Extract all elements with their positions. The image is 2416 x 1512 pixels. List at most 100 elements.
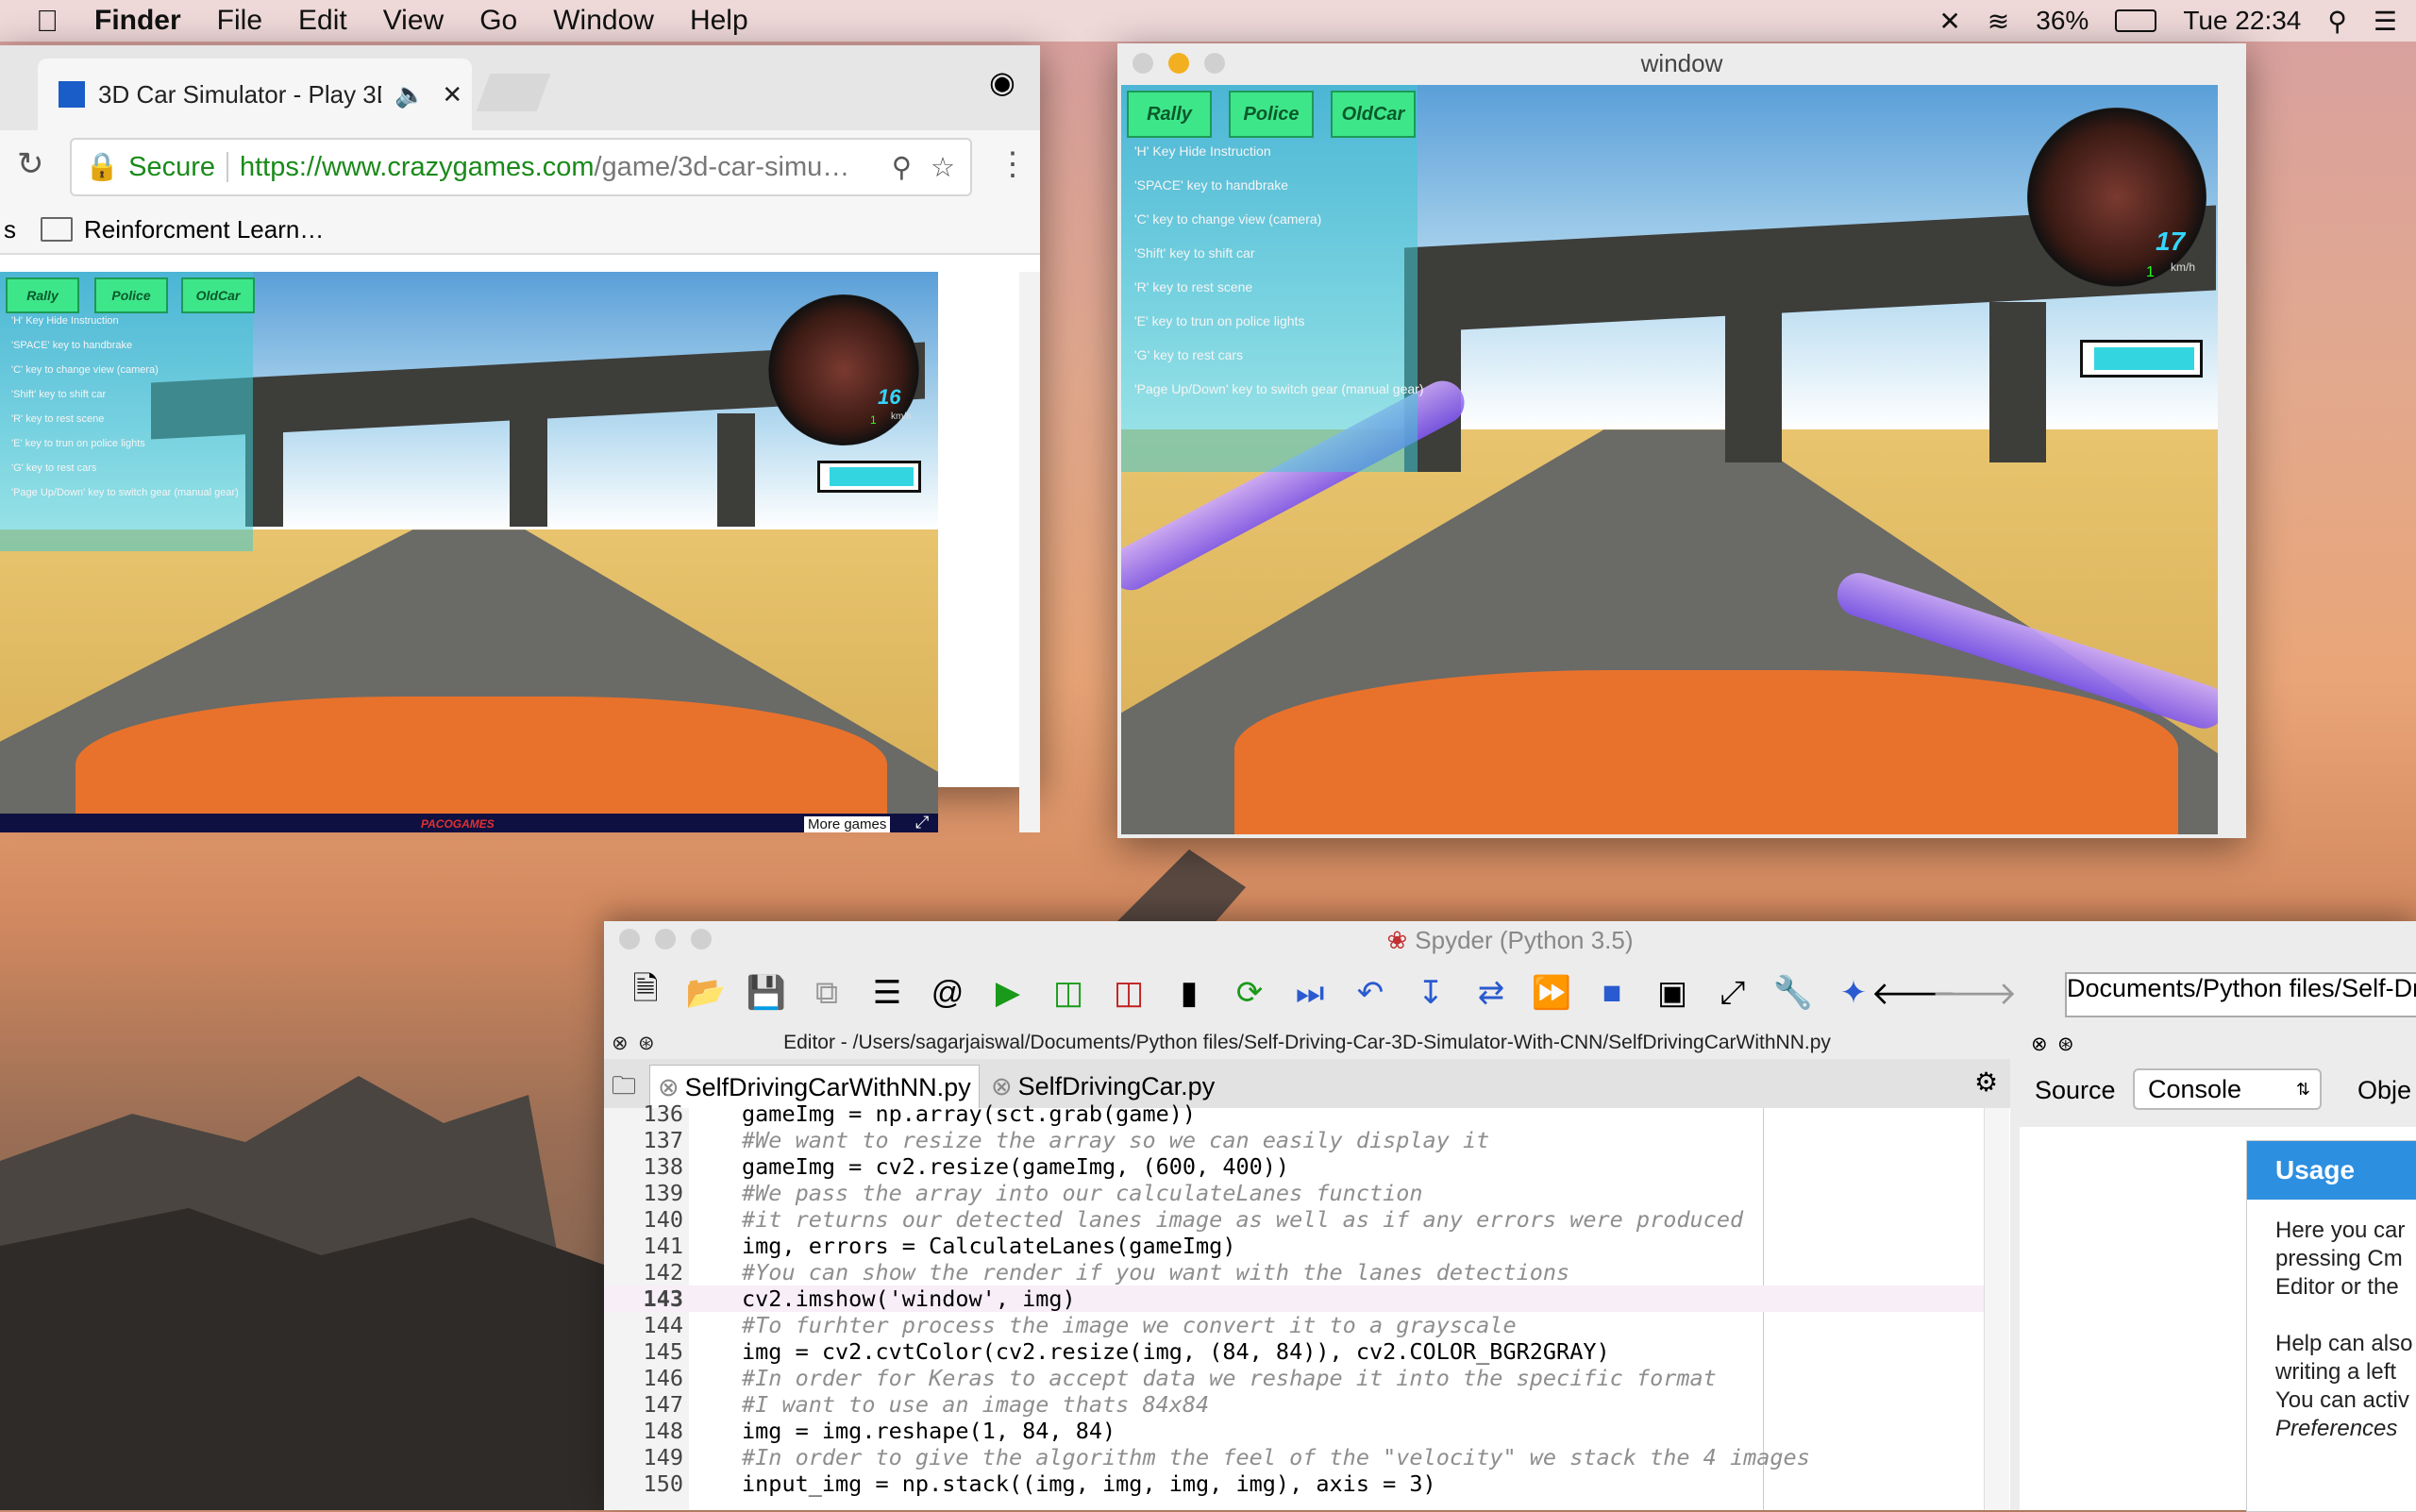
preferences-wrench-icon[interactable]: 🔧 [1773, 974, 1813, 1012]
code-line[interactable]: 145 img = cv2.cvtColor(cv2.resize(img, (8… [604, 1338, 1991, 1365]
back-arrow-icon[interactable]: 🡐 [1871, 974, 1956, 1012]
code-line[interactable]: 139 #We pass the array into our calculate… [604, 1180, 1991, 1206]
python-path-icon[interactable]: ✦ [1835, 974, 1872, 1012]
code-line[interactable]: 149 #In order to give the algorithm the f… [604, 1444, 1991, 1470]
code-line[interactable]: 147 #I want to use an image thats 84x84 [604, 1391, 1991, 1418]
minimize-window-button[interactable] [1168, 53, 1189, 74]
notification-center-icon[interactable]: ☰ [2374, 6, 2397, 37]
rally-button[interactable]: Rally [1127, 91, 1212, 138]
code-line[interactable]: 137 #We want to resize the array so we ca… [604, 1127, 1991, 1153]
maximize-pane-icon[interactable]: ▣ [1653, 974, 1691, 1012]
browser-game-canvas[interactable]: Rally Police OldCar 'H' Key Hide Instruc… [0, 272, 938, 832]
close-pane-icon[interactable]: ⊗ [612, 1032, 629, 1055]
tab-close-icon[interactable]: ⊗ [991, 1072, 1013, 1101]
new-file-icon[interactable]: 🗎 [627, 971, 664, 1012]
bluetooth-icon[interactable]: ✕ [1938, 6, 1960, 37]
code-line[interactable]: 140 #it returns our detected lanes image … [604, 1206, 1991, 1233]
minimize-window-button[interactable] [655, 929, 676, 949]
secure-label: Secure [128, 151, 215, 182]
instruction-line: 'R' key to rest scene [11, 413, 105, 425]
open-file-icon[interactable]: 📂 [686, 974, 726, 1012]
menu-window[interactable]: Window [553, 5, 654, 37]
oldcar-button[interactable]: OldCar [181, 277, 255, 313]
address-bar[interactable]: 🔒 Secure https://www.crazygames.com /gam… [70, 138, 972, 196]
editor-scrollbar[interactable] [1984, 1108, 2009, 1510]
tab-close-icon[interactable]: ⊗ [658, 1073, 680, 1102]
menu-help[interactable]: Help [690, 5, 748, 37]
step-return-icon[interactable]: ⇄ [1472, 974, 1510, 1012]
speaker-icon[interactable]: 🔈 [394, 80, 425, 109]
step-into-icon[interactable]: ↧ [1412, 974, 1450, 1012]
undock-pane-icon[interactable]: ⊛ [2057, 1033, 2074, 1056]
bookmark-reinforcement-learning[interactable]: Reinforcment Learn… [84, 215, 324, 244]
profile-icon[interactable]: ◉ [989, 64, 1015, 100]
window-title: window [1640, 48, 1723, 77]
police-button[interactable]: Police [1229, 91, 1314, 138]
clock[interactable]: Tue 22:34 [2183, 6, 2301, 36]
close-pane-icon[interactable]: ⊗ [2031, 1033, 2048, 1056]
run-cell-advance-icon[interactable]: ◫ [1110, 974, 1148, 1012]
code-line[interactable]: 150 input_img = np.stack((img, img, img, … [604, 1470, 1991, 1497]
step-icon[interactable]: ↶ [1351, 974, 1389, 1012]
code-line[interactable]: 141 img, errors = CalculateLanes(gameImg) [604, 1233, 1991, 1259]
zoom-window-button[interactable] [1204, 53, 1225, 74]
close-window-button[interactable] [1132, 53, 1153, 74]
menu-view[interactable]: View [383, 5, 444, 37]
continue-icon[interactable]: ⏩ [1532, 974, 1571, 1012]
code-line[interactable]: 144 #To furhter process the image we conv… [604, 1312, 1991, 1338]
at-symbol-icon[interactable]: @ [929, 974, 966, 1012]
fullscreen-icon[interactable]: ⤢ [915, 813, 929, 832]
lock-icon: 🔒 [85, 152, 120, 182]
editor-options-gear-icon[interactable]: ⚙ [1974, 1067, 1998, 1098]
save-file-icon[interactable]: 💾 [747, 974, 786, 1012]
working-directory-input[interactable]: Documents/Python files/Self-Dr [2065, 972, 2416, 1017]
outline-list-icon[interactable]: ☰ [868, 974, 906, 1012]
apple-icon[interactable]:  [36, 4, 59, 39]
line-number: 143 [643, 1285, 683, 1312]
tab-close-icon[interactable]: ✕ [442, 80, 462, 109]
rally-button[interactable]: Rally [6, 277, 79, 313]
menu-file[interactable]: File [217, 5, 262, 37]
stop-debug-icon[interactable]: ■ [1593, 974, 1631, 1012]
menu-go[interactable]: Go [479, 5, 517, 37]
close-window-button[interactable] [619, 929, 640, 949]
usage-panel: Usage Here you car pressing Cm Editor or… [2246, 1140, 2416, 1512]
code-text: cv2.imshow('window', img) [742, 1285, 1076, 1312]
reload-icon[interactable]: ↻ [17, 145, 44, 183]
zoom-window-button[interactable] [691, 929, 712, 949]
menu-edit[interactable]: Edit [298, 5, 347, 37]
help-source-select[interactable]: Console ⇅ [2133, 1068, 2322, 1110]
forward-arrow-icon[interactable]: 🡒 [1931, 974, 2017, 1012]
code-editor[interactable]: 136 gameImg = np.array(sct.grab(game)) 137… [604, 1100, 2010, 1510]
code-text: #You can show the render if you want wit… [742, 1259, 1570, 1285]
rerun-icon[interactable]: ⟳ [1231, 974, 1268, 1012]
code-line[interactable]: 142 #You can show the render if you want … [604, 1259, 1991, 1285]
fullscreen-icon[interactable]: ⤢ [1714, 974, 1752, 1012]
pacogames-logo[interactable]: PACOGAMES [421, 817, 495, 831]
code-line[interactable]: 138 gameImg = cv2.resize(gameImg, (600, 4… [604, 1153, 1991, 1180]
oldcar-button[interactable]: OldCar [1331, 91, 1416, 138]
bookmark-truncated[interactable]: s [4, 215, 16, 244]
spotlight-search-icon[interactable]: ⚲ [2327, 6, 2347, 37]
more-games-link[interactable]: More games [804, 816, 891, 832]
debug-icon[interactable]: ⏭ [1291, 974, 1329, 1012]
new-tab-button[interactable] [476, 74, 551, 111]
code-line[interactable]: 136 gameImg = np.array(sct.grab(game)) [604, 1100, 1991, 1127]
bookmark-star-icon[interactable]: ☆ [931, 151, 955, 184]
code-line[interactable]: 146 #In order for Keras to accept data we… [604, 1365, 1991, 1391]
browser-tab-3d-car-simulator[interactable]: 3D Car Simulator - Play 3D 🔈 ✕ [38, 59, 472, 130]
run-icon[interactable]: ▶ [989, 974, 1027, 1012]
run-cell-icon[interactable]: ◫ [1049, 974, 1087, 1012]
line-number: 146 [643, 1365, 683, 1391]
run-selection-icon[interactable]: ▮ [1170, 974, 1208, 1012]
code-line[interactable]: 143 cv2.imshow('window', img) [604, 1285, 1991, 1312]
menu-app-finder[interactable]: Finder [94, 5, 181, 37]
code-line[interactable]: 148 img = img.reshape(1, 84, 84) [604, 1418, 1991, 1444]
wifi-icon[interactable]: ≋ [1988, 6, 2009, 37]
chrome-menu-icon[interactable]: ⋮ [997, 145, 1029, 183]
undock-pane-icon[interactable]: ⊛ [638, 1032, 655, 1055]
zoom-icon[interactable]: ⚲ [892, 151, 912, 184]
battery-icon[interactable] [2115, 9, 2157, 32]
police-button[interactable]: Police [94, 277, 168, 313]
save-all-icon[interactable]: ⧉ [808, 974, 846, 1012]
